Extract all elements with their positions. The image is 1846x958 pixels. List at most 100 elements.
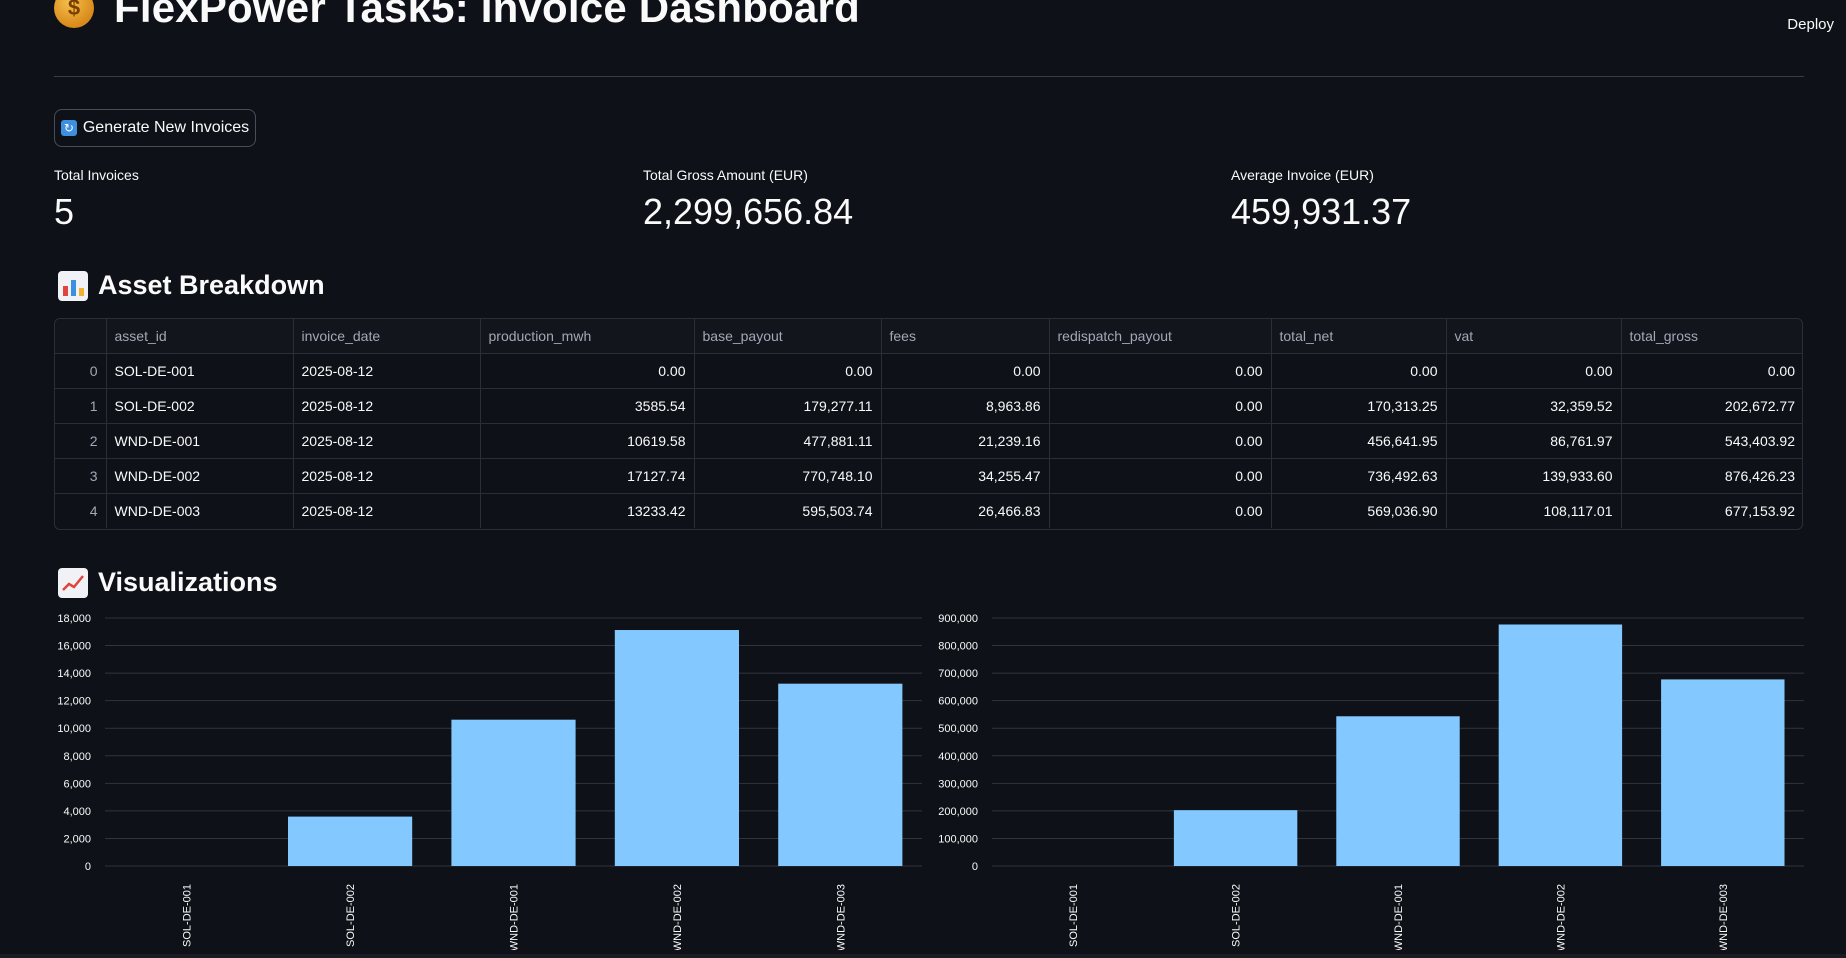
table-cell[interactable]: 34,255.47 xyxy=(881,458,1050,494)
table-cell[interactable]: 477,881.11 xyxy=(694,423,882,459)
column-header[interactable]: fees xyxy=(881,319,1050,354)
table-cell[interactable]: 0.00 xyxy=(881,353,1050,389)
column-header[interactable]: vat xyxy=(1446,319,1622,354)
table-row[interactable]: 1 SOL-DE-002 2025-08-12 3585.54 179,277.11 8,… xyxy=(55,388,1802,424)
column-header[interactable]: invoice_date xyxy=(293,319,481,354)
table-cell[interactable]: 569,036.90 xyxy=(1271,493,1447,528)
column-header[interactable]: production_mwh xyxy=(480,319,695,354)
table-cell[interactable]: 0.00 xyxy=(1049,458,1272,494)
column-header[interactable] xyxy=(55,319,107,354)
table-cell[interactable]: 10619.58 xyxy=(480,423,695,459)
table-cell[interactable]: 0.00 xyxy=(1049,388,1272,424)
table-cell[interactable]: 17127.74 xyxy=(480,458,695,494)
table-cell[interactable]: 139,933.60 xyxy=(1446,458,1622,494)
table-cell[interactable]: 32,359.52 xyxy=(1446,388,1622,424)
table-cell[interactable]: 108,117.01 xyxy=(1446,493,1622,528)
column-header[interactable]: base_payout xyxy=(694,319,882,354)
table-cell[interactable]: 26,466.83 xyxy=(881,493,1050,528)
table-cell[interactable]: SOL-DE-002 xyxy=(106,388,294,424)
y-tick-label: 600,000 xyxy=(938,696,978,708)
column-header[interactable]: total_net xyxy=(1271,319,1447,354)
chart-increasing-icon xyxy=(58,567,88,598)
column-header[interactable]: redispatch_payout xyxy=(1049,319,1272,354)
bar xyxy=(1661,679,1785,866)
table-row[interactable]: 0 SOL-DE-001 2025-08-12 0.00 0.00 0.00 0.00 0.0… xyxy=(55,353,1802,389)
x-tick-label: SOL-DE-001 xyxy=(182,884,194,947)
row-index[interactable]: 0 xyxy=(55,353,107,389)
table-cell[interactable]: 770,748.10 xyxy=(694,458,882,494)
table-cell[interactable]: 86,761.97 xyxy=(1446,423,1622,459)
section-title: Visualizations xyxy=(98,567,278,597)
table-cell[interactable]: 170,313.25 xyxy=(1271,388,1447,424)
asset-breakdown-table[interactable]: asset_id invoice_date production_mwh bas… xyxy=(54,318,1803,530)
table-row[interactable]: 4 WND-DE-003 2025-08-12 13233.42 595,503.74 2… xyxy=(55,493,1802,529)
table-cell[interactable]: 876,426.23 xyxy=(1621,458,1802,494)
row-index[interactable]: 3 xyxy=(55,458,107,494)
table-cell[interactable]: 202,672.77 xyxy=(1621,388,1802,424)
metric-total-gross: Total Gross Amount (EUR) 2,299,656.84 xyxy=(643,167,853,233)
table-cell[interactable]: 0.00 xyxy=(694,353,882,389)
x-tick-label: WND-DE-001 xyxy=(1393,884,1405,950)
metric-label: Total Gross Amount (EUR) xyxy=(643,167,808,183)
table-cell[interactable]: 2025-08-12 xyxy=(293,423,481,459)
metric-value: 2,299,656.84 xyxy=(643,191,854,232)
table-cell[interactable]: WND-DE-002 xyxy=(106,458,294,494)
row-index[interactable]: 4 xyxy=(55,493,107,528)
generate-invoices-button[interactable]: ↻ Generate New Invoices xyxy=(54,109,256,147)
table-cell[interactable]: 677,153.92 xyxy=(1621,494,1802,529)
table-cell[interactable]: 2025-08-12 xyxy=(293,388,481,424)
table-cell[interactable]: 543,403.92 xyxy=(1621,423,1802,459)
x-tick-label: WND-DE-002 xyxy=(672,884,684,950)
table-cell[interactable]: SOL-DE-001 xyxy=(106,353,294,389)
table-cell[interactable]: 179,277.11 xyxy=(694,388,882,424)
table-cell[interactable]: 21,239.16 xyxy=(881,423,1050,459)
table-row[interactable]: 3 WND-DE-002 2025-08-12 17127.74 770,748.10 3… xyxy=(55,458,1802,494)
table-cell[interactable]: 13233.42 xyxy=(480,493,695,528)
bar xyxy=(1173,810,1298,866)
row-index[interactable]: 2 xyxy=(55,423,107,459)
table-cell[interactable]: 0.00 xyxy=(480,353,695,389)
gross-bar-chart: 0 100,000 200,000 300,000 400,000 500,000 600,… xyxy=(929,610,1819,955)
table-cell[interactable]: WND-DE-003 xyxy=(106,493,294,528)
bar xyxy=(451,719,576,866)
chart-svg: 0 100,000 200,000 300,000 400,000 500,000 600,… xyxy=(938,613,1804,951)
table-cell[interactable]: 8,963.86 xyxy=(881,388,1050,424)
table-cell[interactable]: 3585.54 xyxy=(480,388,695,424)
table-cell[interactable]: 736,492.63 xyxy=(1271,458,1447,494)
section-visualizations: Visualizations xyxy=(58,567,278,598)
refresh-icon: ↻ xyxy=(60,120,77,136)
section-asset-breakdown: Asset Breakdown xyxy=(58,270,325,301)
table-cell[interactable]: 456,641.95 xyxy=(1271,423,1447,459)
row-index[interactable]: 1 xyxy=(55,388,107,424)
y-tick-label: 400,000 xyxy=(938,751,978,763)
metric-label: Average Invoice (EUR) xyxy=(1231,167,1374,183)
table-cell[interactable]: 2025-08-12 xyxy=(293,493,481,528)
table-cell[interactable]: 0.00 xyxy=(1049,423,1272,459)
table-cell[interactable]: WND-DE-001 xyxy=(106,423,294,459)
table-cell[interactable]: 0.00 xyxy=(1049,493,1272,528)
y-tick-label: 12,000 xyxy=(57,696,91,708)
table-row[interactable]: 2 WND-DE-001 2025-08-12 10619.58 477,881.11 2… xyxy=(55,423,1802,459)
table-cell[interactable]: 0.00 xyxy=(1446,353,1622,389)
table-cell[interactable]: 0.00 xyxy=(1621,353,1802,389)
deploy-button[interactable]: Deploy xyxy=(1787,16,1834,33)
column-header[interactable]: total_gross xyxy=(1621,319,1802,354)
table-cell[interactable]: 0.00 xyxy=(1049,353,1272,389)
chart-svg: 0 2,000 4,000 6,000 8,000 10,000 12,000 14,000 1… xyxy=(57,613,922,951)
x-tick-label: WND-DE-002 xyxy=(1555,884,1567,950)
y-tick-label: 500,000 xyxy=(938,723,978,735)
y-tick-label: 4,000 xyxy=(63,806,91,818)
bar xyxy=(778,683,903,866)
table-cell[interactable]: 2025-08-12 xyxy=(293,458,481,494)
table-cell[interactable]: 0.00 xyxy=(1271,353,1447,389)
y-tick-label: 700,000 xyxy=(938,668,978,680)
y-tick-label: 14,000 xyxy=(57,668,91,680)
table-cell[interactable]: 595,503.74 xyxy=(694,493,882,528)
generate-invoices-label: Generate New Invoices xyxy=(82,119,250,136)
x-tick-label: SOL-DE-002 xyxy=(1231,884,1243,947)
column-header[interactable]: asset_id xyxy=(106,319,294,354)
money-bag-icon: $ xyxy=(54,0,94,28)
status-bar xyxy=(0,954,1846,958)
metric-value: 459,931.37 xyxy=(1231,191,1412,232)
table-cell[interactable]: 2025-08-12 xyxy=(293,353,481,389)
